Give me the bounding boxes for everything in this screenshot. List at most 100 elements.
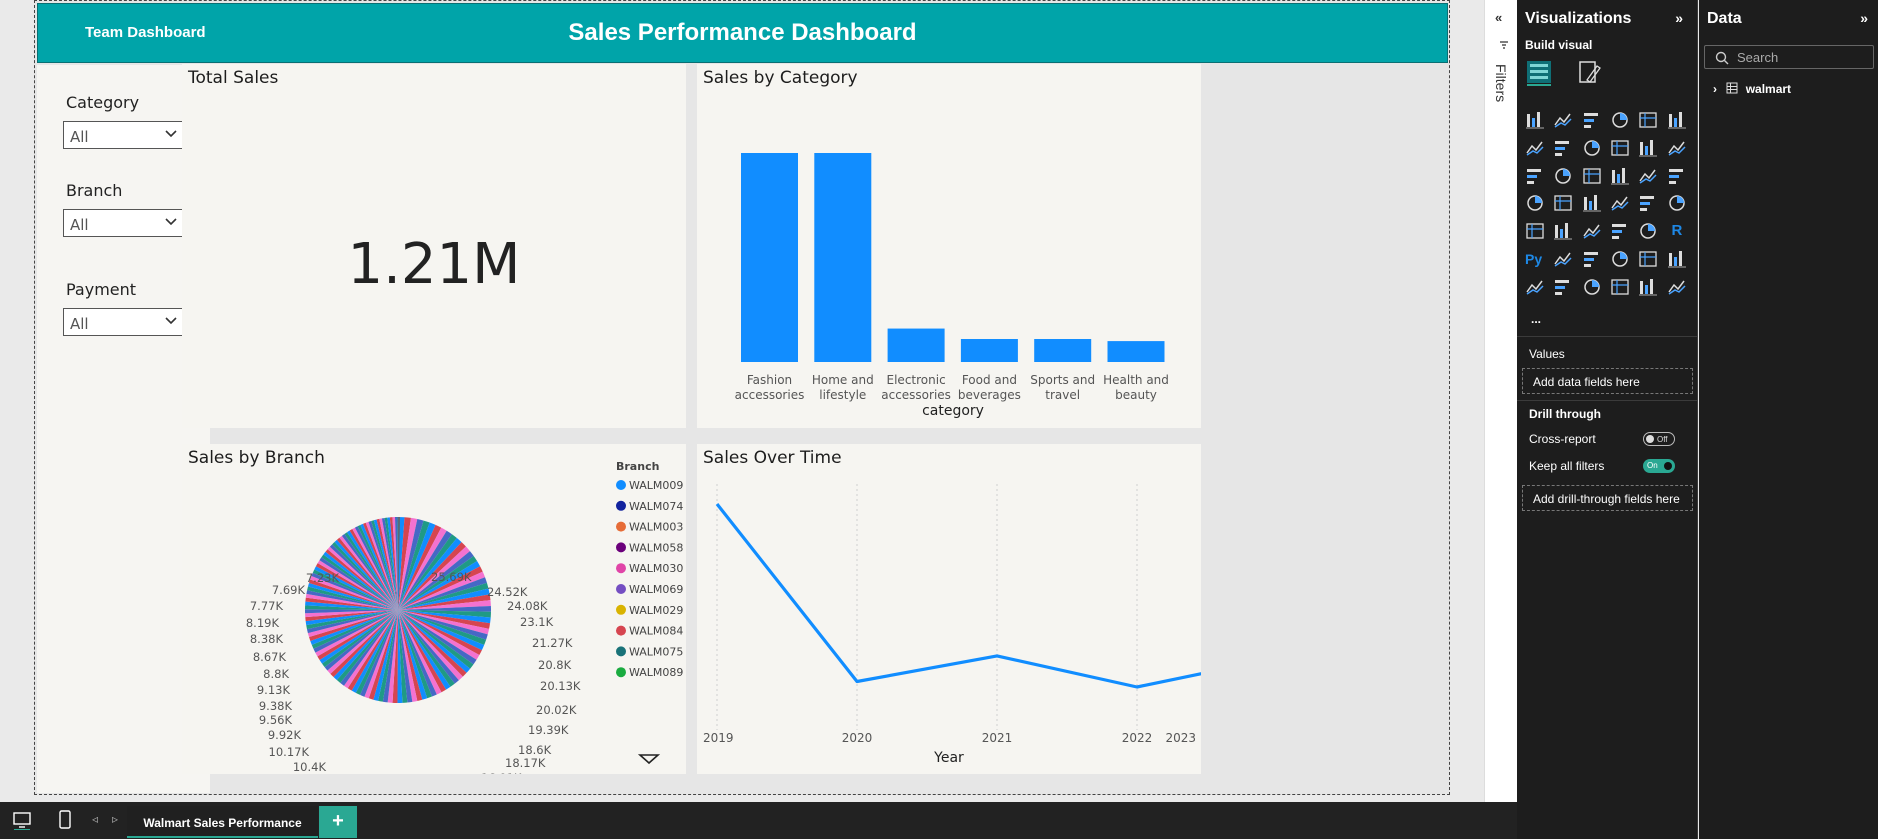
sales-by-category-chart[interactable]: Sales by Category Fashion accessories Home… bbox=[697, 64, 1201, 428]
legend-scroll-down-icon[interactable] bbox=[637, 754, 661, 765]
waterfall-icon[interactable] bbox=[1525, 166, 1547, 188]
power-automate-icon[interactable] bbox=[1582, 277, 1604, 299]
prev-page-icon[interactable]: ◃ bbox=[92, 812, 98, 826]
legend-item[interactable]: WALM030 bbox=[629, 562, 683, 575]
legend-item[interactable]: WALM084 bbox=[629, 625, 683, 638]
treemap-icon[interactable] bbox=[1525, 193, 1547, 215]
100-bar-icon[interactable] bbox=[1638, 110, 1660, 132]
search-icon bbox=[1715, 51, 1729, 65]
custom-visual-icon[interactable] bbox=[1610, 277, 1632, 299]
power-apps-icon[interactable] bbox=[1553, 277, 1575, 299]
x-tick-label: beverages bbox=[958, 388, 1021, 402]
area-chart-icon[interactable] bbox=[1553, 138, 1575, 160]
stacked-area-icon[interactable] bbox=[1582, 138, 1604, 160]
gauge-icon[interactable] bbox=[1638, 193, 1660, 215]
keep-filters-toggle[interactable]: On bbox=[1643, 459, 1675, 473]
branch-slicer[interactable]: All bbox=[63, 209, 185, 237]
cross-report-toggle[interactable]: Off bbox=[1643, 432, 1675, 446]
donut-icon[interactable] bbox=[1667, 166, 1689, 188]
x-tick-label: 2023 bbox=[1165, 731, 1196, 745]
legend-item[interactable]: WALM029 bbox=[629, 604, 683, 617]
scatter-icon[interactable] bbox=[1610, 166, 1632, 188]
visualizations-pane: Visualizations » Build visual R Py ... Va… bbox=[1517, 0, 1698, 839]
legend-item[interactable]: WALM089 bbox=[629, 666, 683, 679]
diamond-icon[interactable] bbox=[1638, 277, 1660, 299]
table-name: walmart bbox=[1745, 82, 1792, 96]
legend-item[interactable]: WALM003 bbox=[629, 521, 683, 534]
legend-item[interactable]: WALM058 bbox=[629, 541, 683, 554]
clustered-bar-icon[interactable] bbox=[1582, 110, 1604, 132]
collapse-icon[interactable]: » bbox=[1675, 10, 1683, 26]
line-chart-icon[interactable] bbox=[1525, 138, 1547, 160]
decomposition-tree-icon[interactable] bbox=[1582, 249, 1604, 271]
sales-by-branch-chart[interactable]: Sales by Branch 25.69K 24.52K 24.08K 23.1K 2… bbox=[182, 444, 686, 774]
page-tab[interactable]: Walmart Sales Performance bbox=[127, 806, 318, 838]
values-dropzone[interactable]: Add data fields here bbox=[1522, 368, 1693, 394]
bar[interactable] bbox=[1034, 339, 1092, 362]
data-search-input[interactable]: Search bbox=[1704, 45, 1874, 69]
bar[interactable] bbox=[814, 153, 872, 362]
x-tick-label: Fashion bbox=[747, 373, 792, 387]
payment-slicer[interactable]: All bbox=[63, 308, 185, 336]
slice-label: 18.6K bbox=[518, 743, 552, 757]
next-page-icon[interactable]: ▹ bbox=[112, 812, 118, 826]
bar[interactable] bbox=[741, 153, 798, 362]
filters-pane-collapsed[interactable]: « Filters bbox=[1484, 0, 1517, 802]
metrics-icon[interactable] bbox=[1667, 249, 1689, 271]
azure-map-icon[interactable] bbox=[1610, 193, 1632, 215]
python-visual-icon[interactable]: Py bbox=[1525, 249, 1547, 271]
bar[interactable] bbox=[1107, 341, 1165, 362]
slice-label: 19.39K bbox=[528, 723, 569, 737]
multi-row-card-icon[interactable] bbox=[1525, 221, 1547, 243]
total-sales-value: 1.21M bbox=[347, 232, 521, 297]
legend-item[interactable]: WALM009 bbox=[629, 479, 683, 492]
x-tick-label: 2022 bbox=[1122, 731, 1153, 745]
stacked-bar-icon[interactable] bbox=[1525, 110, 1547, 132]
build-visual-tab-icon[interactable] bbox=[1525, 58, 1553, 86]
table-icon[interactable] bbox=[1610, 221, 1632, 243]
funnel-icon[interactable] bbox=[1582, 166, 1604, 188]
pie-icon[interactable] bbox=[1638, 166, 1660, 188]
bar[interactable] bbox=[887, 328, 945, 362]
legend-item[interactable]: WALM075 bbox=[629, 645, 683, 658]
bar[interactable] bbox=[960, 339, 1018, 362]
legend-item[interactable]: WALM069 bbox=[629, 583, 683, 596]
column-chart-icon[interactable] bbox=[1553, 166, 1575, 188]
clustered-column-icon[interactable] bbox=[1610, 110, 1632, 132]
category-slicer[interactable]: All bbox=[63, 121, 185, 149]
stacked-column-icon[interactable] bbox=[1553, 110, 1575, 132]
slice-label: 7.69K bbox=[272, 583, 306, 597]
slice-label: 20.8K bbox=[538, 658, 572, 672]
drill-through-dropzone[interactable]: Add drill-through fields here bbox=[1522, 485, 1693, 511]
kpi-icon[interactable] bbox=[1553, 221, 1575, 243]
chevrons-icon[interactable] bbox=[1667, 277, 1689, 299]
map-icon[interactable] bbox=[1553, 193, 1575, 215]
expand-icon[interactable]: « bbox=[1495, 10, 1502, 25]
series-line[interactable] bbox=[715, 503, 1201, 689]
line-column-icon[interactable] bbox=[1638, 138, 1660, 160]
slicer-icon[interactable] bbox=[1582, 221, 1604, 243]
desktop-view-icon[interactable] bbox=[12, 810, 32, 830]
collapse-icon[interactable]: » bbox=[1860, 10, 1868, 26]
card-icon[interactable] bbox=[1667, 193, 1689, 215]
legend-item[interactable]: WALM074 bbox=[629, 500, 683, 513]
format-visual-tab-icon[interactable] bbox=[1575, 58, 1603, 86]
sales-over-time-chart[interactable]: Sales Over Time 2019 2020 2021 2022 2023 Year bbox=[697, 444, 1201, 774]
100-column-icon[interactable] bbox=[1667, 110, 1689, 132]
line-clustered-icon[interactable] bbox=[1667, 138, 1689, 160]
chevron-right-icon: › bbox=[1713, 82, 1717, 96]
paginated-report-icon[interactable] bbox=[1525, 277, 1547, 299]
more-visuals-button[interactable]: ... bbox=[1531, 312, 1541, 326]
filled-map-icon[interactable] bbox=[1582, 193, 1604, 215]
table-walmart[interactable]: › walmart bbox=[1713, 82, 1791, 96]
r-visual-icon[interactable]: R bbox=[1667, 221, 1689, 243]
key-influencers-icon[interactable] bbox=[1553, 249, 1575, 271]
smart-narrative-icon[interactable] bbox=[1638, 249, 1660, 271]
x-tick-label: 2021 bbox=[982, 731, 1013, 745]
qa-icon[interactable] bbox=[1610, 249, 1632, 271]
matrix-icon[interactable] bbox=[1638, 221, 1660, 243]
ribbon-chart-icon[interactable] bbox=[1610, 138, 1632, 160]
mobile-view-icon[interactable] bbox=[58, 810, 72, 830]
total-sales-card[interactable]: Total Sales 1.21M bbox=[182, 64, 686, 428]
add-page-button[interactable]: + bbox=[319, 806, 357, 838]
